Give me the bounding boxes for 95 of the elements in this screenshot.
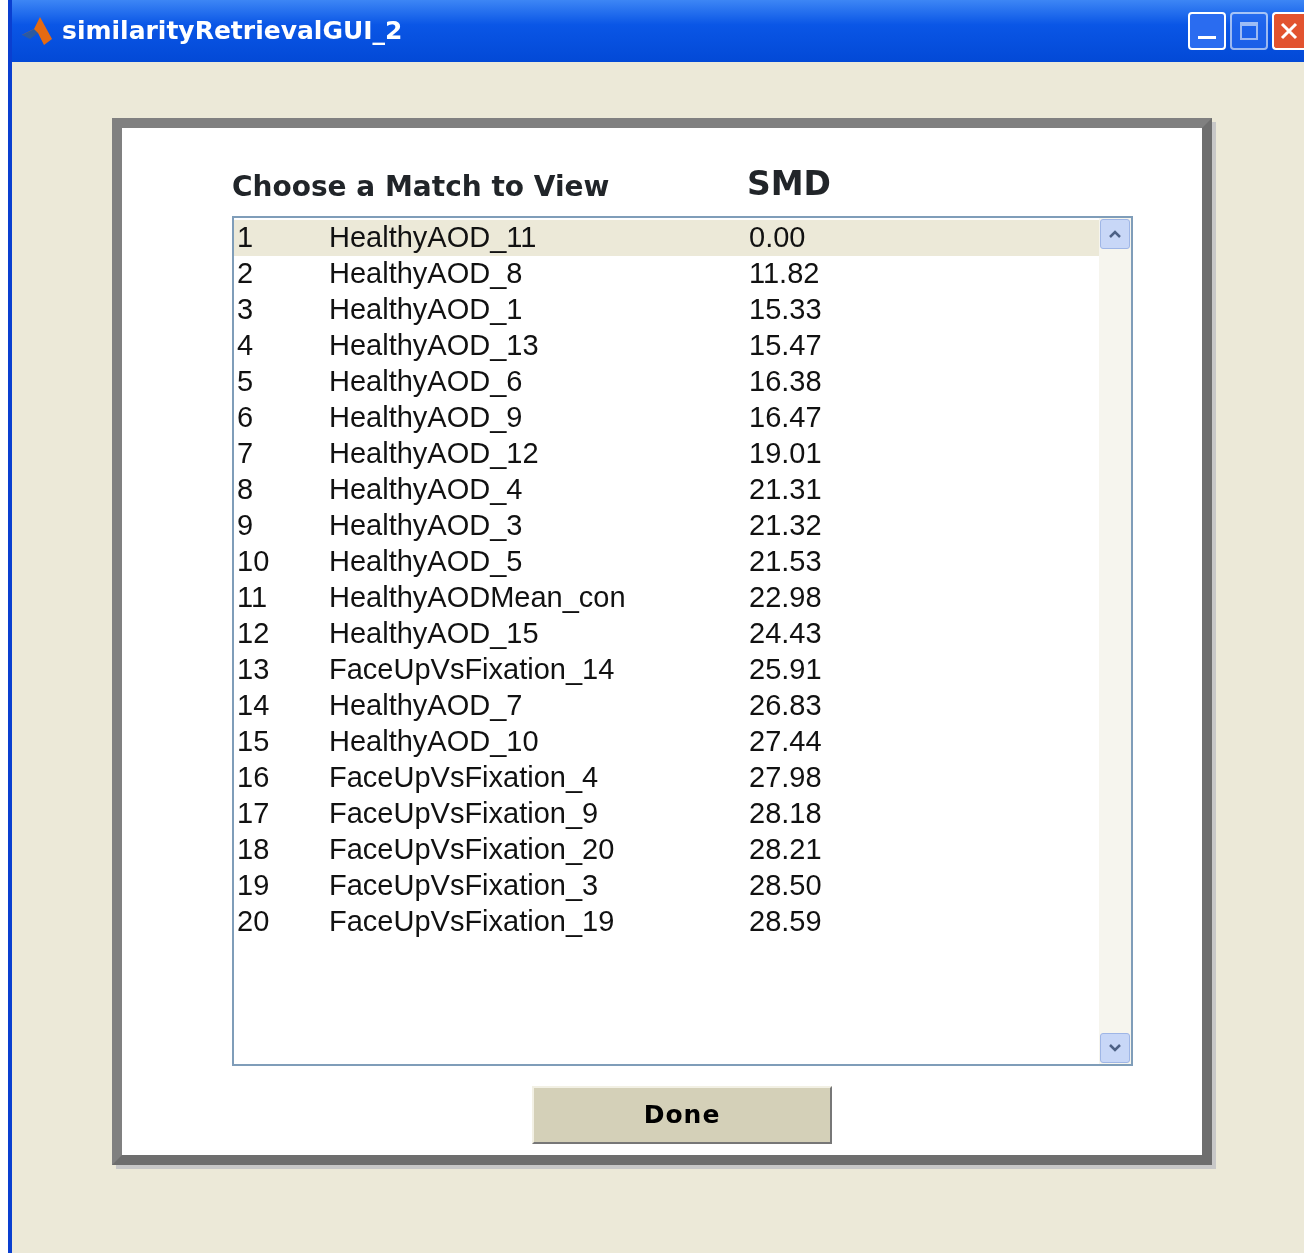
smd-value: 16.38 [749, 364, 822, 400]
match-name: HealthyAOD_10 [329, 724, 540, 760]
column-heading: SMD [747, 162, 831, 205]
match-name: HealthyAOD_1 [329, 292, 524, 328]
list-row[interactable]: 11 HealthyAODMean_con 22.98 [234, 580, 1099, 616]
smd-value: 0.00 [749, 220, 806, 256]
match-name: FaceUpVsFixation_9 [329, 796, 600, 832]
smd-value: 11.82 [749, 256, 820, 292]
list-row[interactable]: 18 FaceUpVsFixation_20 28.21 [234, 832, 1099, 868]
list-row[interactable]: 7 HealthyAOD_12 19.01 [234, 436, 1099, 472]
row-number: 13 [237, 652, 271, 688]
smd-value: 16.47 [749, 400, 822, 436]
match-name: HealthyAOD_12 [329, 436, 540, 472]
row-number: 7 [237, 436, 255, 472]
row-number: 9 [237, 508, 255, 544]
match-name: HealthyAOD_7 [329, 688, 524, 724]
smd-value: 21.31 [749, 472, 822, 508]
smd-value: 28.18 [749, 796, 822, 832]
list-row[interactable]: 17 FaceUpVsFixation_9 28.18 [234, 796, 1099, 832]
row-number: 8 [237, 472, 255, 508]
list-row[interactable]: 6 HealthyAOD_9 16.47 [234, 400, 1099, 436]
smd-value: 24.43 [749, 616, 822, 652]
match-name: HealthyAODMean_con [329, 580, 627, 616]
smd-value: 21.32 [749, 508, 822, 544]
close-icon [1279, 21, 1299, 41]
list-row[interactable]: 5 HealthyAOD_6 16.38 [234, 364, 1099, 400]
row-number: 14 [237, 688, 271, 724]
list-row[interactable]: 9 HealthyAOD_3 21.32 [234, 508, 1099, 544]
match-name: HealthyAOD_11 [329, 220, 538, 256]
match-name: HealthyAOD_6 [329, 364, 524, 400]
done-button[interactable]: Done [532, 1086, 832, 1144]
smd-value: 15.47 [749, 328, 822, 364]
row-number: 2 [237, 256, 255, 292]
list-row[interactable]: 13 FaceUpVsFixation_14 25.91 [234, 652, 1099, 688]
list-row[interactable]: 12 HealthyAOD_15 24.43 [234, 616, 1099, 652]
match-name: HealthyAOD_3 [329, 508, 524, 544]
row-number: 10 [237, 544, 271, 580]
smd-value: 19.01 [749, 436, 822, 472]
row-number: 18 [237, 832, 271, 868]
match-name: FaceUpVsFixation_3 [329, 868, 600, 904]
row-number: 4 [237, 328, 255, 364]
smd-value: 28.21 [749, 832, 822, 868]
row-number: 15 [237, 724, 271, 760]
row-number: 11 [237, 580, 269, 616]
smd-value: 27.98 [749, 760, 822, 796]
app-logo-icon [20, 15, 54, 47]
list-row[interactable]: 15 HealthyAOD_10 27.44 [234, 724, 1099, 760]
match-listbox[interactable] [232, 216, 1133, 1066]
match-name: HealthyAOD_15 [329, 616, 540, 652]
row-number: 19 [237, 868, 271, 904]
match-name: FaceUpVsFixation_19 [329, 904, 616, 940]
list-row[interactable]: 1 HealthyAOD_11 0.00 [234, 220, 1099, 256]
maximize-button[interactable] [1230, 12, 1268, 50]
list-row[interactable]: 4 HealthyAOD_13 15.47 [234, 328, 1099, 364]
match-name: HealthyAOD_9 [329, 400, 524, 436]
row-number: 1 [237, 220, 255, 256]
row-number: 17 [237, 796, 271, 832]
list-row[interactable]: 14 HealthyAOD_7 26.83 [234, 688, 1099, 724]
match-name: HealthyAOD_13 [329, 328, 540, 364]
minimize-button[interactable] [1188, 12, 1226, 50]
match-name: FaceUpVsFixation_20 [329, 832, 616, 868]
list-row[interactable]: 2 HealthyAOD_8 11.82 [234, 256, 1099, 292]
row-number: 20 [237, 904, 271, 940]
match-name: HealthyAOD_8 [329, 256, 524, 292]
list-row[interactable]: 16 FaceUpVsFixation_4 27.98 [234, 760, 1099, 796]
list-row[interactable]: 19 FaceUpVsFixation_3 28.50 [234, 868, 1099, 904]
row-number: 6 [237, 400, 255, 436]
minimize-icon [1198, 35, 1216, 39]
smd-value: 22.98 [749, 580, 822, 616]
scrollbar[interactable] [1099, 218, 1131, 1064]
scroll-up-button[interactable] [1100, 219, 1130, 249]
panel-heading: Choose a Match to View [232, 169, 611, 205]
match-name: HealthyAOD_5 [329, 544, 524, 580]
smd-value: 27.44 [749, 724, 822, 760]
list-row[interactable]: 8 HealthyAOD_4 21.31 [234, 472, 1099, 508]
row-number: 3 [237, 292, 255, 328]
smd-value: 28.50 [749, 868, 822, 904]
window-title: similarityRetrievalGUI_2 [62, 15, 403, 48]
smd-value: 15.33 [749, 292, 822, 328]
smd-value: 25.91 [749, 652, 822, 688]
smd-value: 28.59 [749, 904, 822, 940]
smd-value: 26.83 [749, 688, 822, 724]
close-button[interactable] [1272, 12, 1304, 50]
scroll-down-button[interactable] [1100, 1033, 1130, 1063]
row-number: 12 [237, 616, 271, 652]
list-row[interactable]: 3 HealthyAOD_1 15.33 [234, 292, 1099, 328]
maximize-icon [1239, 21, 1259, 41]
match-name: HealthyAOD_4 [329, 472, 524, 508]
row-number: 5 [237, 364, 255, 400]
list-row[interactable]: 20 FaceUpVsFixation_19 28.59 [234, 904, 1099, 940]
list-row[interactable]: 10 HealthyAOD_5 21.53 [234, 544, 1099, 580]
smd-value: 21.53 [749, 544, 822, 580]
row-number: 16 [237, 760, 271, 796]
match-name: FaceUpVsFixation_14 [329, 652, 616, 688]
match-name: FaceUpVsFixation_4 [329, 760, 600, 796]
